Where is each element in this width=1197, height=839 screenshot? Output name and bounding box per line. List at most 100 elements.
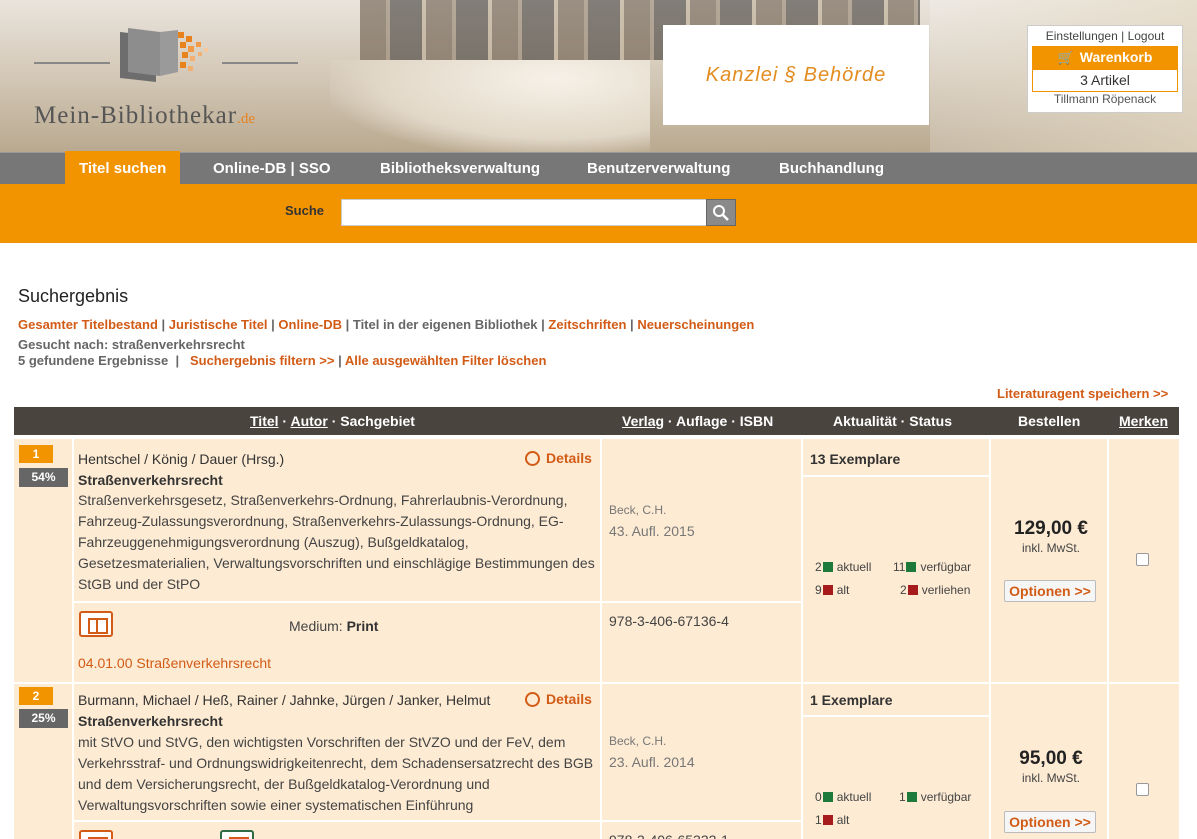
partner-logo-text: Kanzlei § Behörde	[705, 63, 887, 86]
search-input[interactable]	[341, 199, 707, 226]
price: 95,00 €	[1019, 748, 1083, 769]
filter-juristische-titel[interactable]: Juristische Titel	[169, 317, 268, 332]
nav-item-bibliotheksverwaltung[interactable]: Bibliotheksverwaltung	[380, 153, 540, 184]
search-bar: Suche	[0, 184, 1197, 243]
status-old: 9 alt	[815, 583, 850, 597]
filter-results-link[interactable]: Suchergebnis filtern >>	[190, 353, 335, 368]
results-table-header: Titel · Autor · Sachgebiet Verlag · Aufl…	[14, 407, 1179, 435]
nav-item-titel-suchen[interactable]: Titel suchen	[65, 151, 181, 184]
print-book-icon	[79, 830, 113, 839]
row-medium-cell	[74, 822, 600, 839]
header-publisher: Verlag · Auflage · ISBN	[622, 413, 774, 429]
header-currency-status: Aktualität · Status	[833, 413, 953, 429]
book-title[interactable]: Straßenverkehrsrecht	[78, 472, 223, 488]
cart-count[interactable]: 3 Artikel	[1032, 69, 1178, 92]
options-button[interactable]: Optionen >>	[1004, 580, 1096, 602]
author-line: Hentschel / König / Dauer (Hrsg.)	[78, 451, 285, 467]
clear-filters-link[interactable]: Alle ausgewählten Filter löschen	[345, 353, 547, 368]
main-navigation: Titel suchen Online-DB | SSO Bibliotheks…	[0, 151, 1197, 184]
search-button[interactable]	[706, 199, 736, 226]
header-title-author-subject: Titel · Autor · Sachgebiet	[250, 413, 415, 429]
status-available: 11 verfügbar	[893, 560, 972, 574]
header-order: Bestellen	[1018, 413, 1081, 429]
book-description: Straßenverkehrsgesetz, Straßenverkehrs-O…	[78, 492, 595, 592]
magnifier-details-icon	[525, 692, 540, 707]
results-line: 5 gefundene Ergebnisse | Suchergebnis fi…	[18, 353, 547, 368]
results-count: 5 gefundene Ergebnisse	[18, 353, 169, 368]
vat-note: inkl. MwSt.	[1021, 771, 1080, 785]
filter-gesamter-titelbestand[interactable]: Gesamter Titelbestand	[18, 317, 158, 332]
row-status-cell	[803, 477, 989, 682]
status-old: 1 alt	[815, 813, 850, 827]
copies-count: 13 Exemplare	[810, 451, 901, 467]
site-header: Mein-Bibliothekar.de Kanzlei § Behörde E…	[0, 0, 1197, 152]
search-icon	[713, 205, 729, 221]
medium-info: Medium: Print	[289, 618, 379, 634]
book-title[interactable]: Straßenverkehrsrecht	[78, 713, 223, 729]
status-current: 2 aktuell	[815, 560, 872, 574]
logout-link[interactable]: Logout	[1128, 29, 1165, 43]
options-button[interactable]: Optionen >>	[1004, 811, 1096, 833]
copies-count: 1 Exemplare	[810, 692, 893, 708]
edition: 43. Aufl. 2015	[609, 523, 695, 539]
status-lent: 2 verliehen	[900, 583, 971, 597]
filter-eigene-bibliothek-active: Titel in der eigenen Bibliothek	[352, 317, 538, 332]
author-line: Burmann, Michael / Heß, Rainer / Jahnke,…	[78, 692, 491, 708]
vat-note: inkl. MwSt.	[1021, 541, 1080, 555]
user-box: Einstellungen | Logout 🛒 Warenkorb 3 Arti…	[1027, 25, 1183, 113]
results-summary: Suchergebnis Gesamter Titelbestand | Jur…	[18, 286, 1183, 368]
catalog-filter-links: Gesamter Titelbestand | Juristische Tite…	[18, 317, 755, 332]
nav-item-buchhandlung[interactable]: Buchhandlung	[779, 153, 884, 184]
cart-button[interactable]: 🛒 Warenkorb	[1032, 46, 1178, 69]
relevance-badge: 25%	[19, 709, 68, 728]
filter-zeitschriften[interactable]: Zeitschriften	[548, 317, 626, 332]
row-publisher-cell	[602, 439, 801, 601]
status-current: 0 aktuell	[815, 790, 872, 804]
relevance-badge: 54%	[19, 468, 68, 487]
print-book-icon	[79, 611, 113, 637]
edition: 23. Aufl. 2014	[609, 754, 695, 770]
bookmark-checkbox[interactable]	[1136, 553, 1149, 566]
settings-link[interactable]: Einstellungen	[1046, 29, 1118, 43]
book-description: mit StVO und StVG, den wichtigsten Vorsc…	[78, 734, 594, 813]
status-available: 1 verfügbar	[899, 790, 972, 804]
logo-text: Mein-Bibliothekar.de	[34, 102, 255, 129]
user-name: Tillmann Röpenack	[1053, 92, 1157, 106]
user-links: Einstellungen | Logout	[1045, 29, 1165, 43]
bookmark-checkbox[interactable]	[1136, 783, 1149, 796]
header-bookmark: Merken	[1119, 407, 1168, 435]
isbn: 978-3-406-65332-1	[609, 832, 729, 839]
row-order-cell	[991, 439, 1107, 682]
rank-badge: 2	[19, 687, 53, 705]
row-publisher-cell	[602, 684, 801, 820]
publisher: Beck, C.H.	[609, 734, 667, 748]
searched-for: Gesucht nach: straßenverkehrsrecht	[18, 337, 245, 352]
sort-by-publisher[interactable]: Verlag	[622, 413, 664, 429]
subject-link[interactable]: 04.01.00 Straßenverkehrsrecht	[78, 655, 271, 671]
header-open-book-image	[330, 60, 650, 152]
nav-item-online-db[interactable]: Online-DB | SSO	[213, 153, 331, 184]
sort-by-title[interactable]: Titel	[250, 413, 279, 429]
result-row: 2 25% Burmann, Michael / Heß, Rainer / J…	[14, 684, 1179, 839]
filter-online-db[interactable]: Online-DB	[278, 317, 342, 332]
partner-logo-kanzlei-behoerde[interactable]: Kanzlei § Behörde	[663, 25, 929, 125]
magnifier-details-icon	[525, 451, 540, 466]
filter-neuerscheinungen[interactable]: Neuerscheinungen	[637, 317, 754, 332]
shopping-cart-icon: 🛒	[1057, 50, 1074, 65]
details-link[interactable]: Details	[525, 691, 592, 707]
publisher: Beck, C.H.	[609, 503, 667, 517]
save-literature-agent-link[interactable]: Literaturagent speichern >>	[997, 386, 1168, 401]
rank-badge: 1	[19, 445, 53, 463]
online-medium-icon	[220, 830, 254, 839]
row-rank-cell	[14, 684, 72, 839]
sort-by-author[interactable]: Autor	[290, 413, 327, 429]
search-label: Suche	[285, 203, 325, 218]
site-logo[interactable]: Mein-Bibliothekar.de	[30, 22, 310, 132]
nav-item-benutzerverwaltung[interactable]: Benutzerverwaltung	[587, 153, 730, 184]
result-row: 1 54% Hentschel / König / Dauer (Hrsg.) …	[14, 439, 1179, 682]
page-title: Suchergebnis	[18, 286, 129, 306]
price: 129,00 €	[1014, 518, 1088, 539]
details-link[interactable]: Details	[525, 450, 592, 466]
library-logo-icon	[120, 28, 208, 82]
sort-by-bookmark[interactable]: Merken	[1119, 413, 1168, 429]
